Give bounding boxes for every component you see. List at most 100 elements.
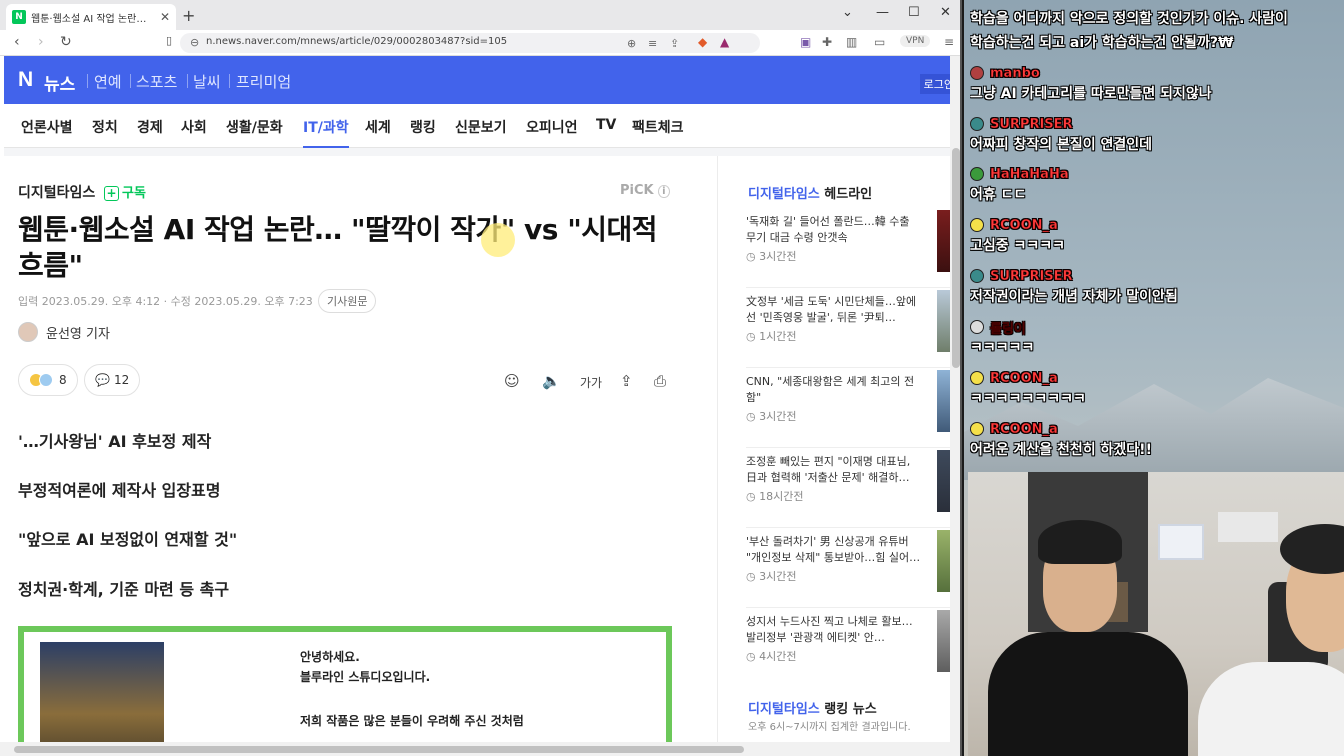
chevron-down-icon[interactable]: ⌄ [842, 5, 853, 20]
chat-message: HaHaHaHa 어휴 ㄷㄷ [970, 164, 1342, 206]
category-politics[interactable]: 정치 [92, 117, 118, 137]
reporter[interactable]: 윤선영 기자 [18, 322, 110, 342]
reload-button[interactable]: ↻ [60, 34, 72, 50]
category-economy[interactable]: 경제 [137, 117, 163, 137]
naver-favicon-icon: N [12, 10, 26, 24]
section-sports[interactable]: 스포츠 [136, 71, 177, 92]
category-society[interactable]: 사회 [181, 117, 207, 137]
summary-line: "앞으로 AI 보정없이 연재할 것" [18, 530, 238, 549]
headline-item[interactable]: '독재화 길' 들어선 폴란드…韓 수출 무기 대금 수령 안갯속 ◷ 3시간전 [746, 210, 955, 288]
close-window-button[interactable]: ✕ [940, 5, 951, 20]
browser-window: N 웹툰·웹소설 AI 작업 논란… "딸깍이 ✕ + ⌄ — ☐ ✕ ‹ › … [0, 0, 962, 756]
chat-message: 롤링이 ㅋㅋㅋㅋㅋ [970, 317, 1342, 359]
category-opinion[interactable]: 오피니언 [526, 117, 578, 137]
section-entertainment[interactable]: 연예 [94, 71, 122, 92]
article-headline: 웹툰·웹소설 AI 작업 논란… "딸깍이 작가" vs "시대적 흐름" [18, 213, 658, 282]
section-premium[interactable]: 프리미엄 [236, 71, 291, 92]
chat-username: HaHaHaHa [990, 166, 1069, 182]
news-home-link[interactable]: 뉴스 [44, 70, 75, 95]
chat-message: SURPRISER 어짜피 창작의 본질이 연결인데 [970, 114, 1342, 156]
tab-bar: N 웹툰·웹소설 AI 작업 논란… "딸깍이 ✕ + ⌄ — ☐ ✕ [0, 0, 960, 30]
horizontal-scroll-thumb[interactable] [14, 746, 744, 753]
category-ranking[interactable]: 랭킹 [410, 117, 436, 137]
article-image: 안녕하세요. 블루라인 스튜디오입니다. 저희 작품은 많은 분들이 우려해 주… [18, 626, 672, 756]
font-size-button[interactable]: 가가 [580, 374, 602, 391]
user-badge-icon [970, 320, 984, 334]
headline-item[interactable]: 성지서 누드사진 찍고 나체로 활보…발리정부 '관광객 에티켓' 안… ◷ 4… [746, 610, 955, 688]
headline-title: 성지서 누드사진 찍고 나체로 활보…발리정부 '관광객 에티켓' 안… [746, 615, 913, 644]
new-tab-button[interactable]: + [182, 6, 195, 25]
pick-badge[interactable]: PiCK i [620, 183, 670, 198]
puzzle-icon[interactable]: ✚ [822, 35, 832, 49]
webcam-feed [968, 472, 1344, 756]
chat-username: RCOON_a [990, 370, 1058, 386]
ranking-publisher[interactable]: 디지털타임스 [748, 702, 820, 717]
robot-summary-icon[interactable]: ☺ [504, 372, 520, 390]
share-icon[interactable]: ⇪ [670, 37, 679, 50]
reader-icon[interactable]: ≡ [648, 37, 657, 50]
summary-line: 정치권·학계, 기준 마련 등 촉구 [18, 580, 230, 599]
person-left-body [988, 632, 1188, 756]
vertical-scroll-thumb[interactable] [952, 148, 960, 368]
category-factcheck[interactable]: 팩트체크 [632, 117, 684, 137]
sad-emoji-icon [39, 373, 53, 387]
original-article-link[interactable]: 기사원문 [318, 289, 377, 313]
headline-item[interactable]: '부산 돌려차기' 男 신상공개 유튜버 "개인정보 삭제" 통보받아…힘 실어… [746, 530, 955, 608]
info-icon[interactable]: i [658, 185, 670, 198]
publisher-name[interactable]: 디지털타임스 [18, 182, 95, 202]
screen: N 웹툰·웹소설 AI 작업 논란… "딸깍이 ✕ + ⌄ — ☐ ✕ ‹ › … [0, 0, 1344, 756]
comment-button[interactable]: 💬 12 [84, 364, 141, 396]
sidebar-headlines: 디지털타임스 헤드라인 '독재화 길' 들어선 폴란드…韓 수출 무기 대금 수… [726, 156, 958, 746]
zoom-icon[interactable]: ⊕ [627, 37, 636, 50]
tab-title: 웹툰·웹소설 AI 작업 논란… "딸깍이 [31, 13, 156, 25]
category-by-press[interactable]: 언론사별 [21, 117, 73, 137]
section-weather[interactable]: 날씨 [193, 71, 221, 92]
extension-icon[interactable]: ▣ [800, 35, 811, 49]
category-world[interactable]: 세계 [365, 117, 391, 137]
chat-username: SURPRISER [990, 268, 1073, 284]
category-it-science[interactable]: IT/과학 [303, 117, 349, 148]
speaker-icon[interactable]: 🔈 [542, 372, 561, 390]
brave-rewards-icon[interactable]: ▲ [720, 35, 729, 49]
headline-title: '부산 돌려차기' 男 신상공개 유튜버 "개인정보 삭제" 통보받아…힘 실어… [746, 535, 921, 564]
headline-item[interactable]: 조정훈 빼있는 편지 "이재명 대표님, 日과 협력해 '저출산 문제' 해결하… [746, 450, 955, 528]
category-newspaper[interactable]: 신문보기 [455, 117, 507, 137]
close-tab-icon[interactable]: ✕ [160, 10, 170, 24]
person-left-hair [1038, 520, 1122, 564]
site-info-icon[interactable]: ⊖ [190, 36, 199, 49]
vpn-button[interactable]: VPN [900, 35, 931, 47]
browser-tab[interactable]: N 웹툰·웹소설 AI 작업 논란… "딸깍이 ✕ [6, 4, 176, 30]
maximize-button[interactable]: ☐ [908, 5, 920, 20]
print-icon[interactable]: ⎙ [654, 372, 666, 390]
chat-message: 학습을 어디까지 악으로 정의할 것인가가 이슈. 사람이 [970, 8, 1342, 30]
sidebar-icon[interactable]: ▥ [846, 35, 857, 49]
forward-button[interactable]: › [38, 34, 44, 50]
webtoon-cover-image [40, 642, 164, 756]
summary-line: 부정적여론에 제작사 입장표명 [18, 481, 221, 500]
naver-logo[interactable]: N [18, 68, 33, 92]
menu-icon[interactable]: ≡ [944, 35, 954, 49]
headline-item[interactable]: 文정부 '세금 도둑' 시민단체들…앞에선 '민족영웅 발굴', 뒤론 '尹퇴…… [746, 290, 955, 368]
divider [4, 148, 958, 156]
wallet-icon[interactable]: ▭ [874, 35, 885, 49]
bookmark-icon[interactable]: ▯ [166, 34, 172, 47]
wall-frame [1158, 524, 1204, 560]
divider [87, 74, 88, 88]
back-button[interactable]: ‹ [14, 34, 20, 50]
headline-item[interactable]: CNN, "세종대왕함은 세계 최고의 전함" ◷ 3시간전 [746, 370, 955, 448]
cursor-highlight [481, 223, 515, 257]
share-icon[interactable]: ⇪ [620, 372, 633, 390]
sidebar-publisher[interactable]: 디지털타임스 [748, 187, 820, 202]
reaction-button[interactable]: 8 [18, 364, 78, 396]
user-badge-icon [970, 371, 984, 385]
minimize-button[interactable]: — [876, 5, 889, 20]
divider [229, 74, 230, 88]
subscribe-button[interactable]: + 구독 [104, 182, 146, 201]
category-life-culture[interactable]: 생활/문화 [226, 117, 283, 137]
ranking-heading-label: 랭킹 뉴스 [824, 702, 877, 717]
sidebar-heading-label: 헤드라인 [824, 187, 873, 202]
brave-shield-icon[interactable]: ◆ [698, 35, 707, 49]
comment-icon: 💬 [95, 373, 110, 387]
headline-title: 조정훈 빼있는 편지 "이재명 대표님, 日과 협력해 '저출산 문제' 해결하… [746, 455, 911, 484]
category-tv[interactable]: TV [596, 117, 616, 133]
